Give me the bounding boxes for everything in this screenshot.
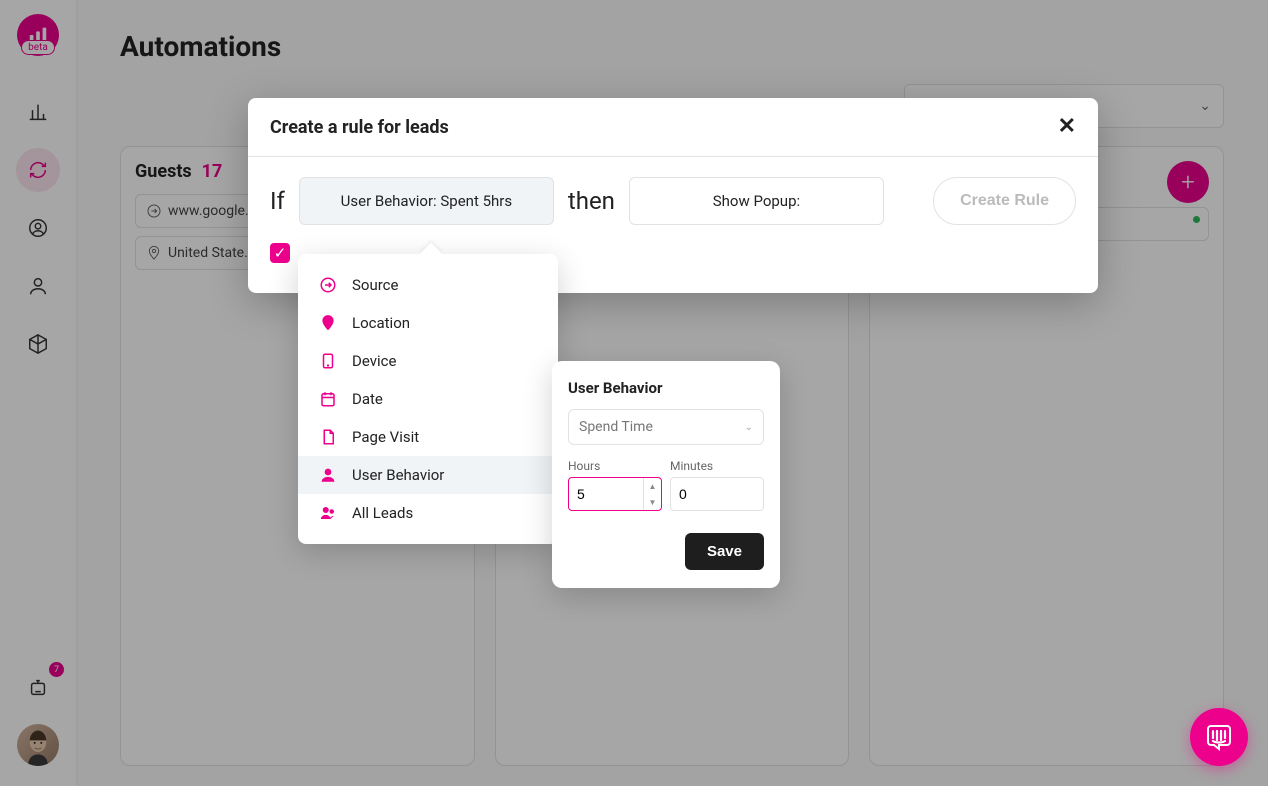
users-icon: [319, 504, 337, 522]
location-icon: [319, 314, 337, 332]
device-icon: [319, 352, 337, 370]
minutes-input[interactable]: [670, 477, 764, 511]
menu-item-source[interactable]: Source: [298, 266, 558, 304]
step-down[interactable]: ▼: [644, 494, 661, 510]
user-behavior-panel: User Behavior Spend Time ⌄ Hours ▲ ▼ Min…: [552, 361, 780, 588]
condition-type-menu: Source Location Device Date Page Visit U…: [298, 254, 558, 544]
minutes-label: Minutes: [670, 459, 764, 473]
if-label: If: [270, 187, 285, 215]
minutes-field: Minutes: [670, 459, 764, 511]
condition-pill[interactable]: User Behavior: Spent 5hrs: [299, 177, 554, 225]
intercom-icon: [1205, 723, 1233, 751]
action-text: Show Popup:: [713, 192, 800, 210]
chevron-down-icon: ⌄: [745, 422, 753, 433]
save-button[interactable]: Save: [685, 533, 764, 570]
menu-label: All Leads: [352, 504, 413, 522]
close-icon[interactable]: ✕: [1058, 116, 1076, 138]
menu-item-location[interactable]: Location: [298, 304, 558, 342]
checkbox-checked-icon: ✓: [270, 243, 290, 263]
menu-label: Source: [352, 276, 398, 294]
step-up[interactable]: ▲: [644, 478, 661, 494]
menu-label: Device: [352, 352, 396, 370]
select-value: Spend Time: [579, 419, 653, 435]
menu-item-page-visit[interactable]: Page Visit: [298, 418, 558, 456]
condition-text: User Behavior: Spent 5hrs: [341, 192, 512, 210]
menu-item-date[interactable]: Date: [298, 380, 558, 418]
user-icon: [319, 466, 337, 484]
menu-label: User Behavior: [352, 466, 444, 484]
intercom-launcher[interactable]: [1190, 708, 1248, 766]
menu-label: Page Visit: [352, 428, 419, 446]
then-label: then: [568, 187, 615, 215]
hours-stepper: ▲ ▼: [643, 478, 661, 510]
menu-item-all-leads[interactable]: All Leads: [298, 494, 558, 532]
hours-field: Hours ▲ ▼: [568, 459, 662, 511]
hours-input-wrap: ▲ ▼: [568, 477, 662, 511]
time-fields: Hours ▲ ▼ Minutes: [568, 459, 764, 511]
source-icon: [319, 276, 337, 294]
page-icon: [319, 428, 337, 446]
calendar-icon: [319, 390, 337, 408]
create-rule-button[interactable]: Create Rule: [933, 177, 1076, 225]
behavior-type-select[interactable]: Spend Time ⌄: [568, 409, 764, 445]
menu-item-device[interactable]: Device: [298, 342, 558, 380]
panel-title: User Behavior: [568, 379, 764, 397]
action-pill[interactable]: Show Popup:: [629, 177, 884, 225]
modal-header: Create a rule for leads ✕: [248, 98, 1098, 157]
modal-title: Create a rule for leads: [270, 117, 449, 138]
menu-label: Location: [352, 314, 410, 332]
hours-label: Hours: [568, 459, 662, 473]
rule-builder-row: If User Behavior: Spent 5hrs then Show P…: [270, 177, 1076, 225]
menu-label: Date: [352, 390, 383, 408]
menu-item-user-behavior[interactable]: User Behavior: [298, 456, 558, 494]
minutes-input-wrap: [670, 477, 764, 511]
